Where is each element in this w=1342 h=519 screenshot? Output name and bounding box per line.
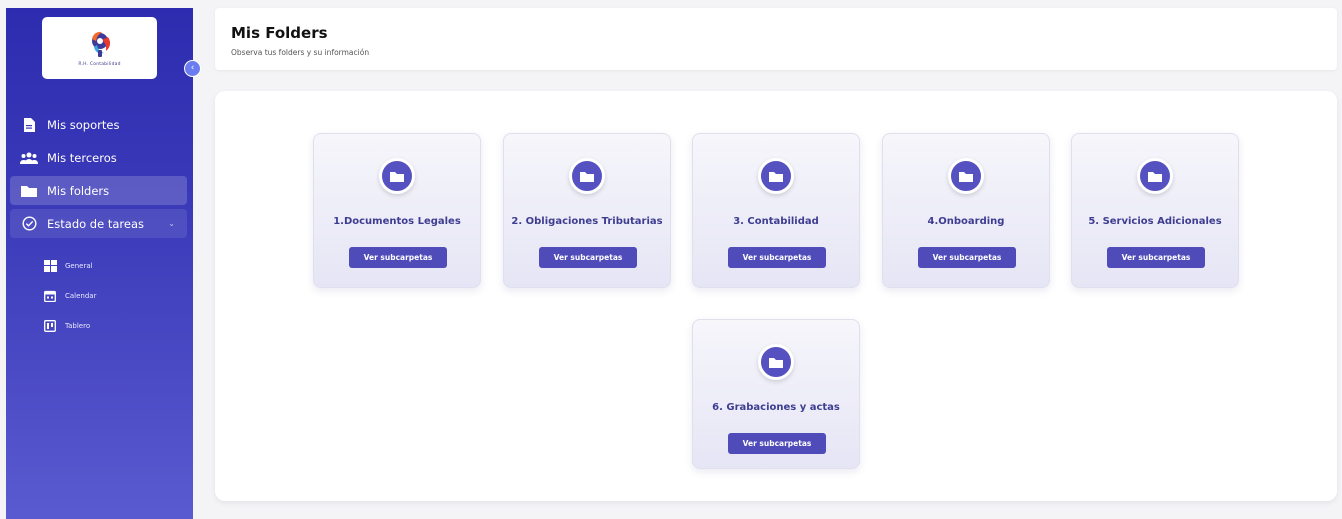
- document-icon: [20, 117, 38, 132]
- logo-text: R.H. Contabilidad: [78, 62, 121, 67]
- calendar-icon: [43, 290, 57, 303]
- subitem-general[interactable]: General: [43, 255, 183, 277]
- folder-icon: [569, 158, 605, 194]
- sidebar: R.H. Contabilidad ‹ Mis soportes Mis ter…: [6, 8, 201, 519]
- sidebar-item-label: Mis soportes: [47, 117, 120, 132]
- folder-icon: [20, 184, 38, 198]
- view-subfolders-button[interactable]: Ver subcarpetas: [918, 247, 1016, 268]
- folder-card[interactable]: 5. Servicios Adicionales Ver subcarpetas: [1071, 133, 1239, 288]
- folder-card[interactable]: 2. Obligaciones Tributarias Ver subcarpe…: [503, 133, 671, 288]
- sidebar-item-label: Mis terceros: [47, 150, 117, 165]
- sidebar-item-mis-folders[interactable]: Mis folders: [10, 176, 187, 205]
- folders-panel: 1.Documentos Legales Ver subcarpetas 2. …: [215, 91, 1337, 501]
- logo[interactable]: R.H. Contabilidad: [42, 17, 157, 79]
- sidebar-item-mis-terceros[interactable]: Mis terceros: [10, 143, 187, 172]
- collapse-sidebar-button[interactable]: ‹: [184, 60, 201, 77]
- folder-title: 2. Obligaciones Tributarias: [511, 215, 663, 227]
- sidebar-item-label: Estado de tareas: [47, 216, 144, 231]
- sidebar-item-estado-de-tareas[interactable]: Estado de tareas ⌄: [10, 209, 187, 238]
- folder-icon: [758, 344, 794, 380]
- subitem-label: General: [65, 262, 93, 270]
- folder-title: 6. Grabaciones y actas: [712, 401, 840, 413]
- folder-icon: [948, 158, 984, 194]
- folder-card[interactable]: 4.Onboarding Ver subcarpetas: [882, 133, 1050, 288]
- folder-title: 3. Contabilidad: [733, 215, 819, 227]
- board-icon: [43, 320, 57, 333]
- users-icon: [20, 151, 38, 165]
- page-header: Mis Folders Observa tus folders y su inf…: [215, 8, 1337, 70]
- page-subtitle: Observa tus folders y su información: [231, 48, 370, 57]
- logo-mark-icon: [86, 29, 114, 59]
- folder-title: 1.Documentos Legales: [333, 215, 461, 227]
- subitem-label: Tablero: [65, 322, 91, 330]
- page-title: Mis Folders: [231, 24, 328, 42]
- folder-card[interactable]: 1.Documentos Legales Ver subcarpetas: [313, 133, 481, 288]
- folder-card[interactable]: 3. Contabilidad Ver subcarpetas: [692, 133, 860, 288]
- sidebar-item-label: Mis folders: [47, 183, 110, 198]
- sidebar-subnav: General Calendar Tablero: [43, 255, 183, 345]
- subitem-calendar[interactable]: Calendar: [43, 285, 183, 307]
- chevron-down-icon: ⌄: [168, 219, 175, 228]
- check-circle-icon: [20, 216, 38, 231]
- folder-card[interactable]: 6. Grabaciones y actas Ver subcarpetas: [692, 319, 860, 469]
- grid-icon: [43, 260, 57, 273]
- subitem-label: Calendar: [65, 292, 97, 300]
- sidebar-item-mis-soportes[interactable]: Mis soportes: [10, 110, 187, 139]
- view-subfolders-button[interactable]: Ver subcarpetas: [1107, 247, 1205, 268]
- chevron-left-icon: ‹: [190, 63, 195, 73]
- folder-icon: [379, 158, 415, 194]
- folder-title: 5. Servicios Adicionales: [1088, 215, 1222, 227]
- view-subfolders-button[interactable]: Ver subcarpetas: [728, 433, 826, 454]
- view-subfolders-button[interactable]: Ver subcarpetas: [539, 247, 637, 268]
- subitem-tablero[interactable]: Tablero: [43, 315, 183, 337]
- folder-icon: [758, 158, 794, 194]
- sidebar-nav: Mis soportes Mis terceros Mis folders Es…: [10, 110, 187, 242]
- folder-icon: [1137, 158, 1173, 194]
- view-subfolders-button[interactable]: Ver subcarpetas: [728, 247, 826, 268]
- view-subfolders-button[interactable]: Ver subcarpetas: [349, 247, 447, 268]
- folder-title: 4.Onboarding: [927, 215, 1005, 227]
